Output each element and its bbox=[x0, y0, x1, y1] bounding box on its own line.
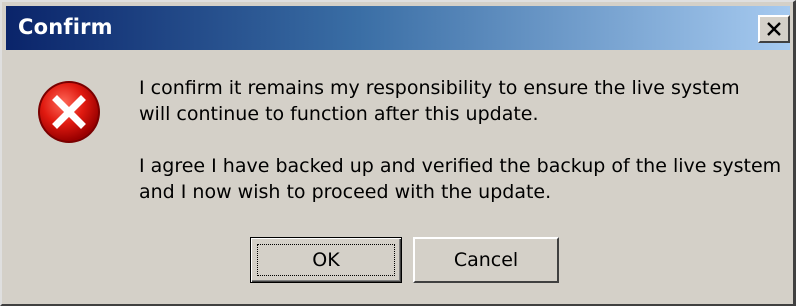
confirm-dialog: Confirm I confirm it remains my responsi… bbox=[0, 0, 796, 306]
message-paragraph-2: I agree I have backed up and verified th… bbox=[139, 153, 781, 205]
ok-button-label: OK bbox=[312, 249, 340, 271]
focus-rectangle: OK bbox=[257, 244, 395, 276]
close-button[interactable] bbox=[758, 15, 790, 43]
cancel-button[interactable]: Cancel bbox=[413, 237, 559, 283]
message-line: I agree I have backed up and verified th… bbox=[139, 155, 782, 177]
dialog-title: Confirm bbox=[18, 15, 113, 39]
ok-button[interactable]: OK bbox=[250, 237, 402, 283]
cancel-button-label: Cancel bbox=[453, 249, 519, 271]
title-bar[interactable]: Confirm bbox=[6, 6, 790, 50]
close-icon bbox=[767, 22, 781, 36]
message-line: and I now wish to proceed with the updat… bbox=[139, 181, 552, 203]
message-paragraph-1: I confirm it remains my responsibility t… bbox=[139, 75, 740, 127]
message-line: will continue to function after this upd… bbox=[139, 103, 539, 125]
message-line: I confirm it remains my responsibility t… bbox=[139, 77, 740, 99]
error-icon bbox=[38, 81, 100, 143]
